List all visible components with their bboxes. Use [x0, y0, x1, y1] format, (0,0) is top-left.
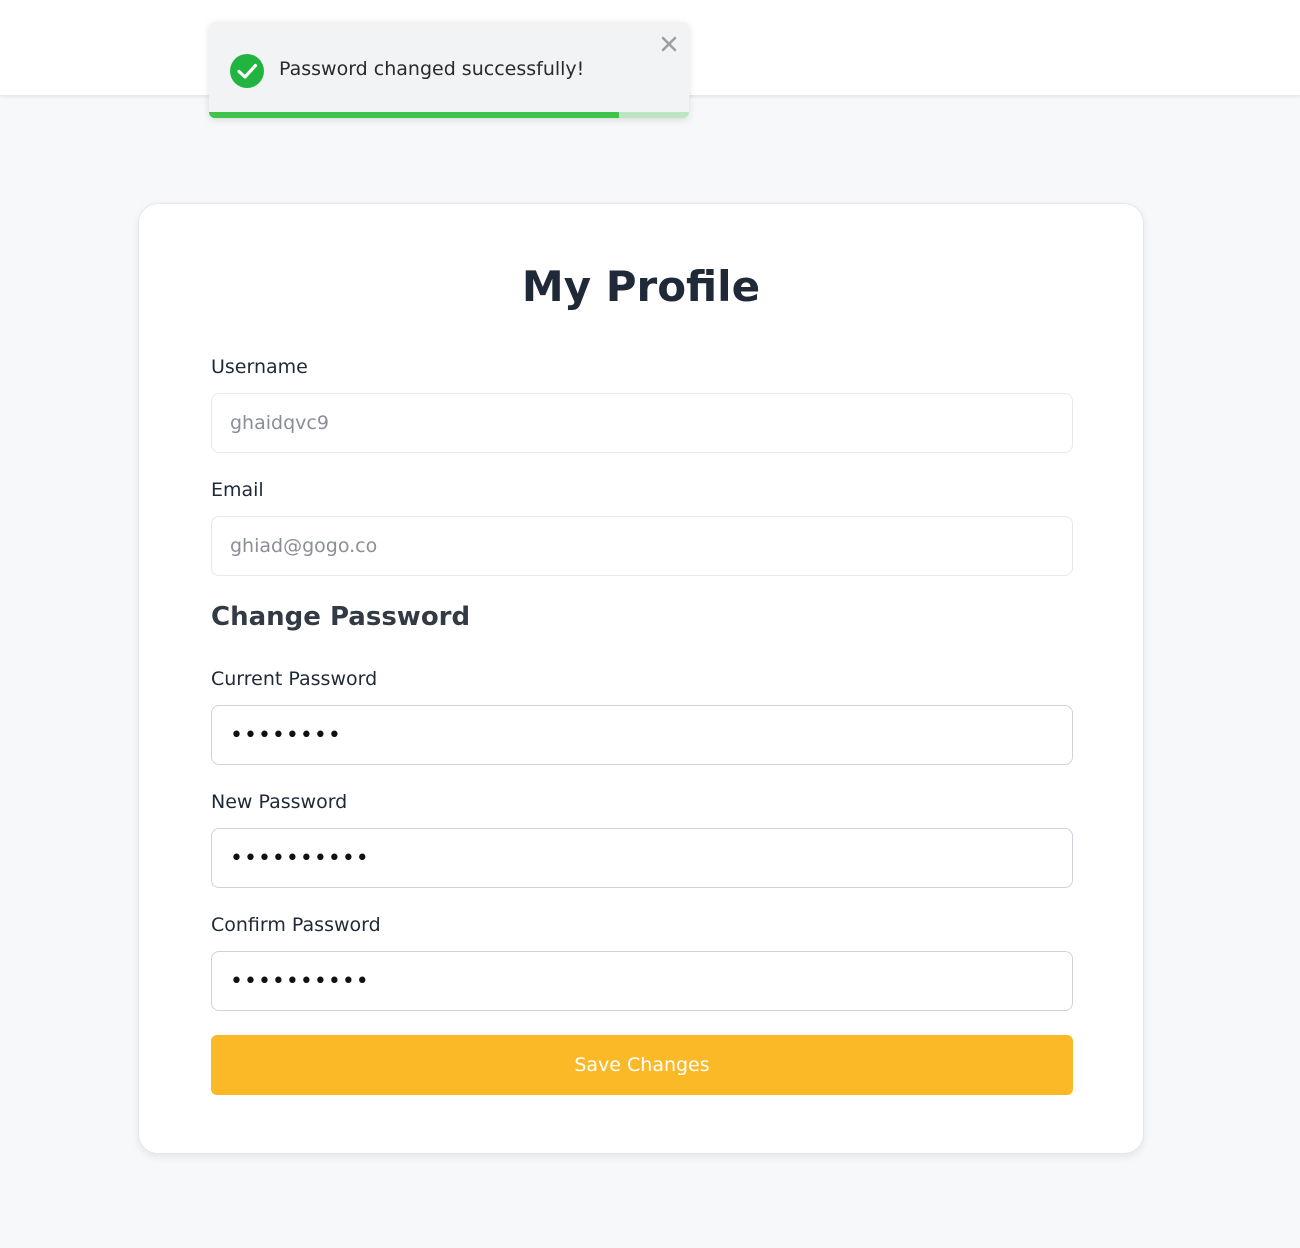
- check-circle-icon: [230, 54, 264, 88]
- toast-progress-fill: [209, 112, 620, 118]
- username-field[interactable]: ghaidqvc9: [211, 393, 1073, 453]
- close-icon[interactable]: [657, 32, 681, 56]
- confirm-password-label: Confirm Password: [211, 914, 381, 936]
- new-password-value: ••••••••••: [230, 845, 370, 871]
- save-changes-button[interactable]: Save Changes: [211, 1035, 1073, 1095]
- username-label: Username: [211, 356, 308, 378]
- confirm-password-value: ••••••••••: [230, 968, 370, 994]
- change-password-heading: Change Password: [211, 602, 471, 632]
- current-password-value: ••••••••: [230, 722, 342, 748]
- new-password-field[interactable]: ••••••••••: [211, 828, 1073, 888]
- new-password-label: New Password: [211, 791, 348, 813]
- toast-progress-track: [209, 112, 689, 118]
- toast-message: Password changed successfully!: [279, 58, 585, 80]
- email-value: ghiad@gogo.co: [230, 535, 378, 557]
- profile-card: My Profile Username ghaidqvc9 Email ghia…: [138, 203, 1144, 1154]
- confirm-password-field[interactable]: ••••••••••: [211, 951, 1073, 1011]
- current-password-label: Current Password: [211, 668, 378, 690]
- success-toast: Password changed successfully!: [209, 22, 689, 118]
- username-value: ghaidqvc9: [230, 412, 329, 434]
- page-title: My Profile: [521, 262, 761, 311]
- email-field[interactable]: ghiad@gogo.co: [211, 516, 1073, 576]
- current-password-field[interactable]: ••••••••: [211, 705, 1073, 765]
- email-label: Email: [211, 479, 264, 501]
